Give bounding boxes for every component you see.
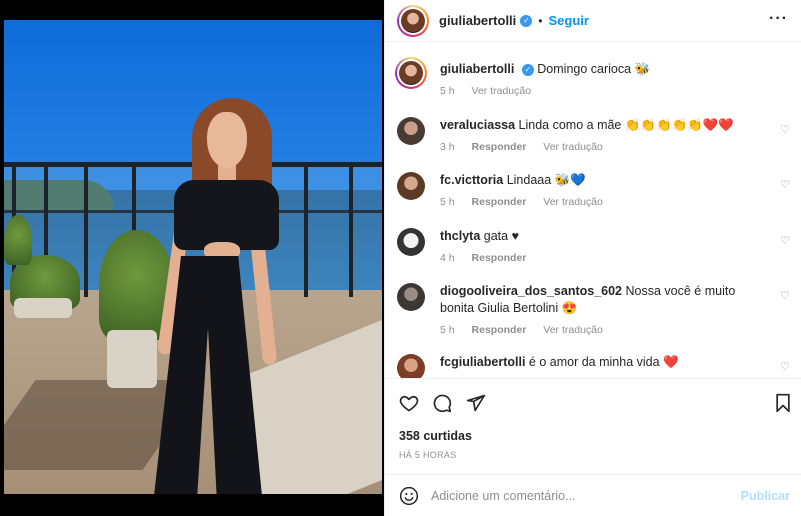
reply-button[interactable]: Responder: [472, 196, 527, 208]
author-avatar[interactable]: [397, 4, 429, 37]
follow-button[interactable]: Seguir: [549, 13, 589, 28]
comment-username[interactable]: veraluciassa: [440, 118, 515, 132]
commenter-avatar[interactable]: [397, 283, 425, 311]
separator-dot: •: [538, 13, 543, 28]
comment-item: thclyta gata ♥ 4 h Responder ♡: [397, 228, 792, 268]
caption-avatar[interactable]: [395, 57, 427, 89]
comment-text: Lindaaa 🐝💙: [506, 173, 586, 187]
comment-text: é o amor da minha vida ❤️: [528, 355, 679, 369]
comment-text: gata ♥: [483, 229, 520, 243]
photo-pot-left: [14, 298, 72, 318]
more-options-icon[interactable]: ···: [769, 11, 788, 27]
photo-person-face: [207, 112, 247, 168]
photo-rail-post: [84, 162, 88, 297]
likes-count[interactable]: 358 curtidas: [399, 429, 472, 443]
post-side-panel: giuliabertolli ✓ • Seguir ··· giuliabert…: [384, 0, 801, 516]
comment-item: veraluciassa Linda como a mãe 👏👏👏👏👏❤️❤️ …: [397, 117, 792, 157]
caption-username[interactable]: giuliabertolli: [440, 62, 514, 76]
emoji-icon[interactable]: [399, 486, 419, 511]
post-photo[interactable]: [4, 20, 382, 494]
verified-badge-icon: ✓: [521, 63, 534, 76]
caption-time[interactable]: 5 h: [440, 85, 455, 97]
like-comment-heart-icon[interactable]: ♡: [780, 289, 790, 302]
like-comment-heart-icon[interactable]: ♡: [780, 178, 790, 191]
comment-time[interactable]: 5 h: [440, 324, 455, 336]
translate-link[interactable]: Ver tradução: [543, 141, 603, 153]
translate-link[interactable]: Ver tradução: [472, 85, 532, 97]
post-caption: giuliabertolli ✓ Domingo carioca 🐝 5 h V…: [395, 57, 792, 103]
avatar-image: [399, 61, 423, 85]
author-username[interactable]: giuliabertolli: [439, 13, 516, 28]
publish-button[interactable]: Publicar: [741, 489, 790, 503]
comment-time[interactable]: 3 h: [440, 141, 455, 153]
comment-username[interactable]: fcgiuliabertolli: [440, 355, 525, 369]
like-comment-heart-icon[interactable]: ♡: [780, 234, 790, 247]
photo-rail-post: [349, 162, 353, 297]
comments-list[interactable]: giuliabertolli ✓ Domingo carioca 🐝 5 h V…: [385, 42, 801, 378]
translate-link[interactable]: Ver tradução: [543, 324, 603, 336]
commenter-avatar[interactable]: [397, 354, 425, 378]
comment-username[interactable]: fc.victtoria: [440, 173, 503, 187]
avatar-image: [401, 8, 425, 33]
post-timestamp[interactable]: HÁ 5 HORAS: [399, 450, 457, 460]
verified-badge-icon: ✓: [520, 14, 533, 27]
photo-rail-post: [304, 162, 308, 297]
reply-button[interactable]: Responder: [472, 324, 527, 336]
comment-icon[interactable]: [432, 393, 452, 418]
comment-username[interactable]: thclyta: [440, 229, 480, 243]
bookmark-icon[interactable]: [774, 393, 792, 418]
like-comment-heart-icon[interactable]: ♡: [780, 360, 790, 373]
like-comment-heart-icon[interactable]: ♡: [780, 123, 790, 136]
comment-item: fcgiuliabertolli é o amor da minha vida …: [397, 354, 792, 378]
commenter-avatar[interactable]: [397, 228, 425, 256]
caption-text: Domingo carioca 🐝: [537, 62, 651, 76]
post-actions: 358 curtidas HÁ 5 HORAS: [385, 378, 801, 478]
comment-input[interactable]: [431, 487, 731, 505]
share-icon[interactable]: [466, 393, 486, 418]
reply-button[interactable]: Responder: [472, 141, 527, 153]
comment-text: Linda como a mãe 👏👏👏👏👏❤️❤️: [518, 118, 734, 132]
comment-item: diogooliveira_dos_santos_602 Nossa você …: [397, 283, 792, 339]
reply-button[interactable]: Responder: [472, 252, 527, 264]
translate-link[interactable]: Ver tradução: [543, 196, 603, 208]
comment-item: fc.victtoria Lindaaa 🐝💙 5 h Responder Ve…: [397, 172, 792, 212]
commenter-avatar[interactable]: [397, 172, 425, 200]
comment-username[interactable]: diogooliveira_dos_santos_602: [440, 284, 622, 298]
comment-time[interactable]: 4 h: [440, 252, 455, 264]
post-header: giuliabertolli ✓ • Seguir ···: [385, 0, 801, 42]
photo-pot-center: [107, 330, 157, 388]
photo-person-top: [174, 180, 279, 250]
post-media-panel: [0, 0, 384, 516]
commenter-avatar[interactable]: [397, 117, 425, 145]
comment-composer: Publicar: [385, 474, 801, 516]
comment-time[interactable]: 5 h: [440, 196, 455, 208]
heart-icon[interactable]: [399, 393, 419, 418]
photo-plant-edge: [4, 215, 32, 265]
